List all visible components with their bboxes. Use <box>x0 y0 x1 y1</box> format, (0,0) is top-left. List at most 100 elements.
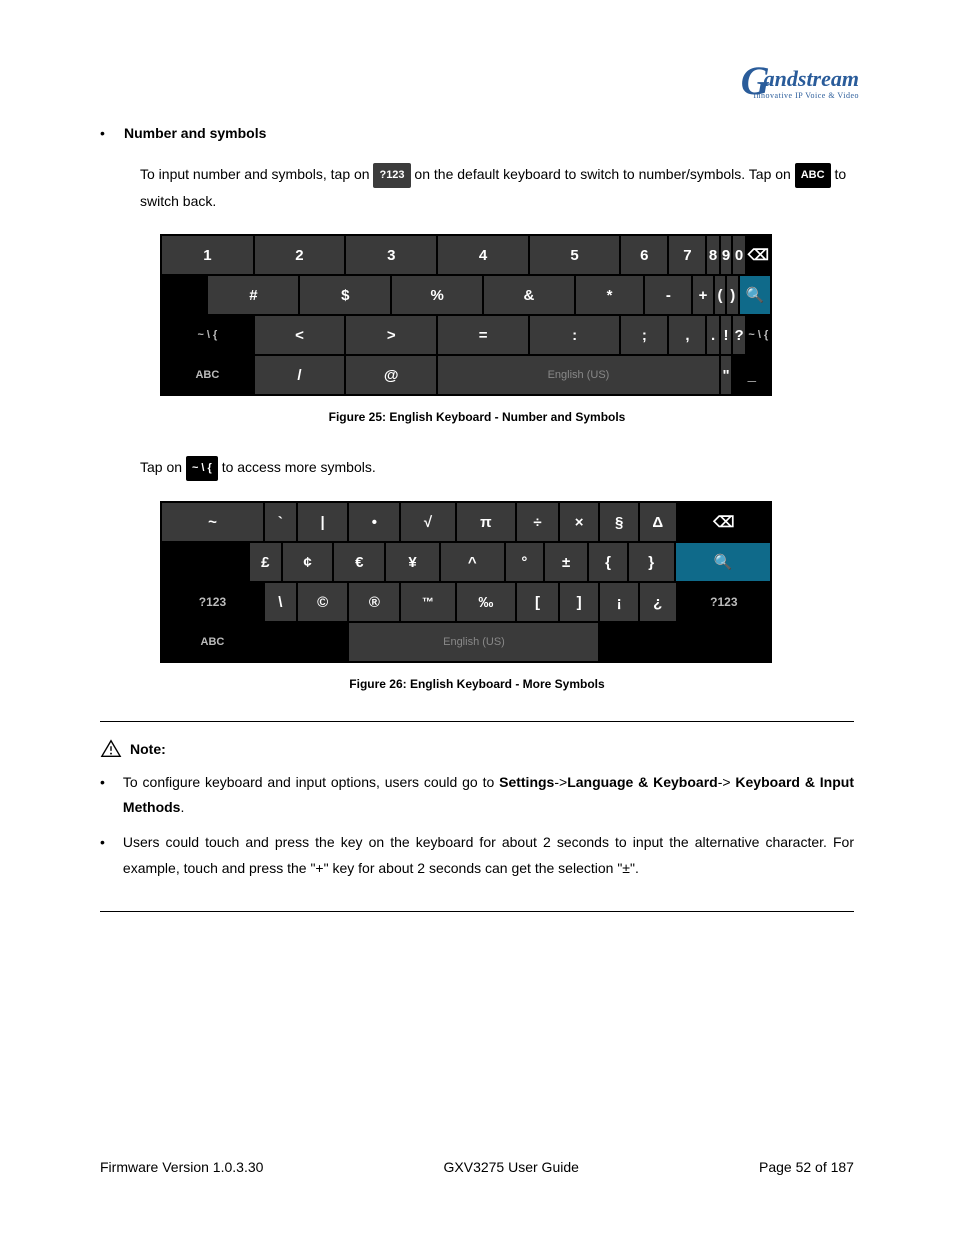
kbd2-row4: ABC English (US) <box>162 623 770 661</box>
key-yen[interactable]: ¥ <box>386 543 439 581</box>
key-7[interactable]: 7 <box>669 236 705 274</box>
key-symbols-toggle[interactable]: ~ \ { <box>162 316 253 354</box>
note1-b: Settings <box>499 774 554 790</box>
key-rbracket[interactable]: ] <box>560 583 599 621</box>
key-quote[interactable]: " <box>721 356 732 394</box>
key-4[interactable]: 4 <box>438 236 528 274</box>
kbd2-row2: £ ¢ € ¥ ^ ° ± { } 🔍 <box>162 543 770 581</box>
key-blank-r2[interactable] <box>640 623 770 661</box>
key-sqrt[interactable]: √ <box>401 503 454 541</box>
key-registered[interactable]: ® <box>349 583 399 621</box>
key-lbracket[interactable]: [ <box>517 583 558 621</box>
key-caret[interactable]: ^ <box>441 543 504 581</box>
key-space[interactable]: English (US) <box>438 356 718 394</box>
key-blank-l2[interactable] <box>298 623 348 661</box>
key-symbols-toggle-2[interactable]: ~ \ { <box>747 316 770 354</box>
key-euro[interactable]: € <box>334 543 384 581</box>
key-cent[interactable]: ¢ <box>283 543 333 581</box>
key-5[interactable]: 5 <box>530 236 619 274</box>
key-pipe[interactable]: | <box>298 503 348 541</box>
note-item-2: Users could touch and press the key on t… <box>100 830 854 880</box>
heading-text: Number and symbols <box>124 125 266 141</box>
key-copyright[interactable]: © <box>298 583 348 621</box>
key-tilde[interactable]: ~ <box>162 503 263 541</box>
key-star[interactable]: * <box>576 276 644 314</box>
key-degree[interactable]: ° <box>506 543 543 581</box>
key-period[interactable]: . <box>707 316 718 354</box>
key-dollar[interactable]: $ <box>300 276 390 314</box>
key-at[interactable]: @ <box>346 356 436 394</box>
key-blank-r[interactable] <box>600 623 637 661</box>
key-lbrace[interactable]: { <box>589 543 626 581</box>
key-section[interactable]: § <box>600 503 637 541</box>
note1-d: Language & Keyboard <box>567 774 718 790</box>
key-percent[interactable]: % <box>392 276 482 314</box>
key-blank-l[interactable] <box>265 623 296 661</box>
key-delta[interactable]: Δ <box>640 503 676 541</box>
key-mult[interactable]: × <box>560 503 599 541</box>
key-rbrace[interactable]: } <box>629 543 674 581</box>
key-9[interactable]: 9 <box>721 236 732 274</box>
key-123-toggle-2[interactable]: ?123 <box>678 583 770 621</box>
kbd2-row3: ?123 \ © ® ™ ‰ [ ] ¡ ¿ ?123 <box>162 583 770 621</box>
key-plus[interactable]: + <box>693 276 712 314</box>
key-lparen[interactable]: ( <box>715 276 725 314</box>
note1-c: -> <box>554 774 567 790</box>
key-iquest[interactable]: ¿ <box>640 583 676 621</box>
key-abc-icon: ABC <box>795 163 831 188</box>
warning-icon <box>100 738 122 760</box>
key-backslash[interactable]: \ <box>265 583 296 621</box>
footer-page: Page 52 of 187 <box>759 1159 854 1175</box>
para2-b: to access more symbols. <box>218 459 376 475</box>
key-amp[interactable]: & <box>484 276 574 314</box>
key-backspace-icon[interactable]: ⌫ <box>747 236 770 274</box>
key-search-icon[interactable]: 🔍 <box>740 276 770 314</box>
key-comma[interactable]: , <box>669 316 705 354</box>
key-gt[interactable]: > <box>346 316 436 354</box>
key-sym-icon: ~ \ { <box>186 456 218 481</box>
key-search-2-icon[interactable]: 🔍 <box>676 543 770 581</box>
key-hash[interactable]: # <box>208 276 298 314</box>
paragraph-1: To input number and symbols, tap on ?123… <box>140 161 854 214</box>
key-underscore[interactable]: _ <box>733 356 770 394</box>
key-excl[interactable]: ! <box>721 316 732 354</box>
key-semicolon[interactable]: ; <box>621 316 667 354</box>
key-1[interactable]: 1 <box>162 236 253 274</box>
footer-firmware: Firmware Version 1.0.3.30 <box>100 1159 263 1175</box>
key-eq[interactable]: = <box>438 316 528 354</box>
keyboard-2: ~ ` | • √ π ÷ × § Δ ⌫ £ ¢ € ¥ ^ ° ± <box>160 501 854 663</box>
key-8[interactable]: 8 <box>707 236 718 274</box>
section-heading: Number and symbols <box>100 125 854 141</box>
key-quest[interactable]: ? <box>733 316 744 354</box>
key-minus[interactable]: - <box>645 276 691 314</box>
divider-top <box>100 721 854 722</box>
key-bullet[interactable]: • <box>349 503 399 541</box>
key-123-toggle[interactable]: ?123 <box>162 583 263 621</box>
key-0[interactable]: 0 <box>733 236 744 274</box>
key-plusminus[interactable]: ± <box>545 543 587 581</box>
note-label: Note: <box>130 741 166 757</box>
key-tm[interactable]: ™ <box>401 583 454 621</box>
kbd1-row3: ~ \ { < > = : ; , . ! ? ~ \ { <box>162 316 770 354</box>
figure-caption-1: Figure 25: English Keyboard - Number and… <box>100 410 854 424</box>
key-2[interactable]: 2 <box>255 236 344 274</box>
key-colon[interactable]: : <box>530 316 619 354</box>
key-pound[interactable]: £ <box>250 543 281 581</box>
key-6[interactable]: 6 <box>621 236 667 274</box>
brand-logo: Gandstream Innovative IP Voice & Video <box>735 55 859 100</box>
key-abc[interactable]: ABC <box>162 356 253 394</box>
key-iexcl[interactable]: ¡ <box>600 583 637 621</box>
key-backspace-2-icon[interactable]: ⌫ <box>678 503 770 541</box>
key-permille[interactable]: ‰ <box>457 583 515 621</box>
key-backtick[interactable]: ` <box>265 503 296 541</box>
key-pi[interactable]: π <box>457 503 515 541</box>
key-3[interactable]: 3 <box>346 236 436 274</box>
key-slash[interactable]: / <box>255 356 344 394</box>
key-div[interactable]: ÷ <box>517 503 558 541</box>
key-space-2[interactable]: English (US) <box>349 623 598 661</box>
key-abc-2[interactable]: ABC <box>162 623 263 661</box>
note1-e: -> <box>718 774 736 790</box>
kbd1-row2: # $ % & * - + ( ) 🔍 <box>162 276 770 314</box>
key-lt[interactable]: < <box>255 316 344 354</box>
key-rparen[interactable]: ) <box>727 276 738 314</box>
